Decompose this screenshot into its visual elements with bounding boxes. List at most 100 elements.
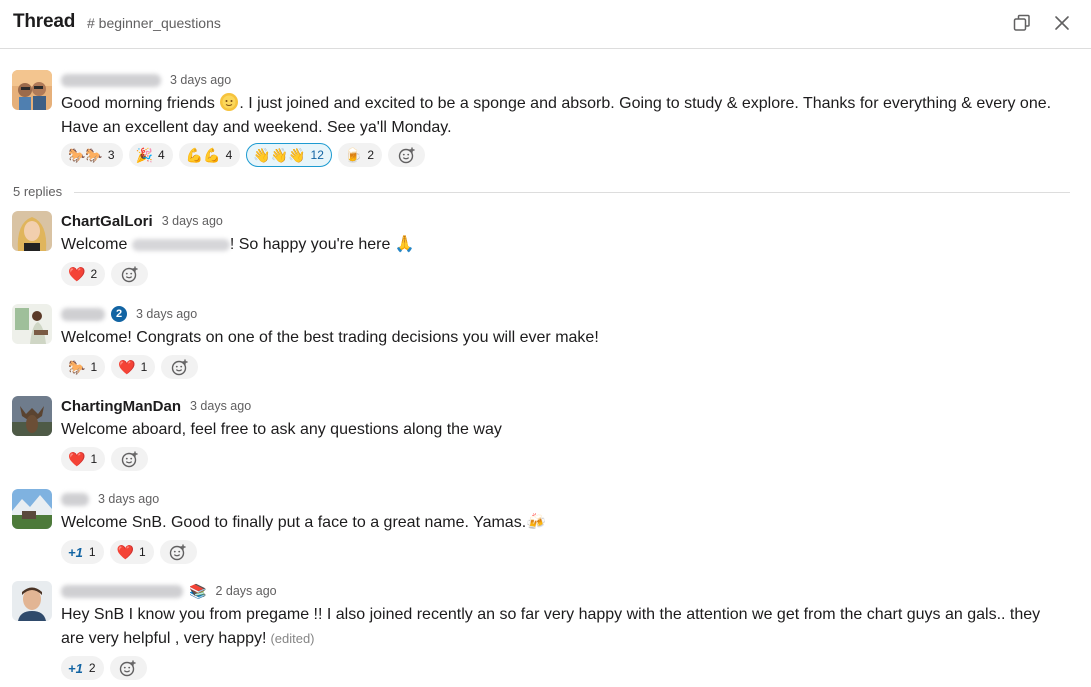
- timestamp[interactable]: 3 days ago: [136, 307, 197, 321]
- reaction-count: 3: [107, 148, 115, 162]
- add-reaction-button[interactable]: [161, 355, 199, 379]
- replies-divider: 5 replies: [13, 184, 1070, 200]
- message-meta: 📚 2 days ago: [61, 581, 277, 601]
- add-reaction-button[interactable]: [109, 656, 147, 680]
- avatar[interactable]: [12, 304, 52, 344]
- reaction-emoji: 💪💪: [185, 146, 221, 163]
- add-reaction-button[interactable]: [111, 447, 149, 471]
- mention-blurred[interactable]: [131, 238, 230, 251]
- reaction-beer[interactable]: 🍺 2: [337, 143, 383, 167]
- popout-button[interactable]: [1008, 9, 1036, 37]
- reaction-emoji: 🐎🐎: [68, 146, 103, 163]
- reply-message: ChartGalLori 3 days ago Welcome ! So hap…: [0, 211, 1091, 291]
- reaction-heart[interactable]: ❤️ 2: [61, 262, 106, 286]
- reaction-count: 4: [225, 148, 233, 162]
- avatar[interactable]: [12, 396, 52, 436]
- reaction-count: 12: [310, 148, 324, 162]
- beers-emoji: 🍻: [526, 514, 547, 531]
- reaction-tada[interactable]: 🎉 4: [128, 143, 173, 167]
- reaction-emoji: 🍺: [344, 146, 363, 163]
- author-name-blurred[interactable]: [61, 73, 161, 87]
- divider-line: [13, 192, 1070, 193]
- reaction-emoji: 👋👋👋: [253, 146, 306, 163]
- add-reaction-button[interactable]: [111, 262, 149, 286]
- close-button[interactable]: [1048, 9, 1076, 37]
- message-text: Welcome aboard, feel free to ask any que…: [61, 421, 502, 438]
- avatar[interactable]: [12, 489, 52, 529]
- reaction-emoji: ❤️: [118, 358, 136, 375]
- reactions-bar: +1 1 ❤️ 1: [61, 540, 197, 564]
- thread-header: Thread # beginner_questions: [0, 0, 1091, 49]
- message-meta: 3 days ago: [61, 70, 231, 90]
- message-meta: 3 days ago: [61, 489, 159, 509]
- avatar[interactable]: [12, 70, 52, 110]
- message-text-part: are very helpful , very happy!: [61, 630, 267, 647]
- avatar[interactable]: [12, 211, 52, 251]
- pray-emoji: 🙏: [394, 236, 415, 253]
- plus-one-icon: +1: [68, 544, 83, 560]
- add-reaction-button[interactable]: [159, 540, 197, 564]
- books-icon: 📚: [189, 582, 207, 599]
- reaction-horse[interactable]: 🐎 1: [61, 355, 106, 379]
- author-name-blurred[interactable]: [61, 307, 105, 321]
- reply-message: 3 days ago Welcome SnB. Good to finally …: [0, 489, 1091, 569]
- add-reaction-icon: [398, 147, 415, 164]
- message-meta: ChartGalLori 3 days ago: [61, 211, 223, 231]
- reply-message: 📚 2 days ago Hey SnB I know you from pre…: [0, 581, 1091, 685]
- message-text-part: Welcome SnB. Good to finally put a face …: [61, 514, 527, 531]
- author-name[interactable]: ChartGalLori: [61, 213, 153, 230]
- reaction-plus-one[interactable]: +1 1: [61, 540, 104, 564]
- add-reaction-button[interactable]: [388, 143, 426, 167]
- reactions-bar: +1 2: [61, 656, 147, 680]
- message-text: Hey SnB I know you from pregame !! I als…: [61, 603, 1076, 651]
- reaction-emoji: 🎉: [135, 146, 153, 163]
- reaction-count: 1: [90, 360, 98, 374]
- reaction-heart[interactable]: ❤️ 1: [111, 355, 156, 379]
- reactions-bar: 🐎 1 ❤️ 1: [61, 355, 199, 379]
- message-text-part: Have an excellent day and weekend. See y…: [61, 119, 452, 136]
- reaction-count: 2: [88, 661, 96, 675]
- reply-message: ChartingManDan 3 days ago Welcome aboard…: [0, 396, 1091, 476]
- add-reaction-icon: [121, 266, 138, 283]
- reactions-bar: 🐎🐎 3 🎉 4 💪💪 4 👋👋👋 12 🍺 2: [61, 143, 426, 167]
- add-reaction-icon: [171, 359, 188, 376]
- avatar[interactable]: [12, 581, 52, 621]
- reaction-heart[interactable]: ❤️ 1: [61, 447, 106, 471]
- reaction-count: 2: [90, 267, 98, 281]
- plus-one-icon: +1: [68, 660, 83, 676]
- timestamp[interactable]: 3 days ago: [98, 492, 159, 506]
- message-text-part: ! So happy you're here: [229, 236, 395, 253]
- reaction-horse[interactable]: 🐎🐎 3: [61, 143, 123, 167]
- reaction-heart[interactable]: ❤️ 1: [109, 540, 154, 564]
- reaction-count: 1: [90, 452, 98, 466]
- close-icon: [1055, 16, 1069, 30]
- channel-name[interactable]: # beginner_questions: [87, 15, 221, 31]
- reaction-muscle[interactable]: 💪💪 4: [178, 143, 241, 167]
- add-reaction-icon: [119, 660, 136, 677]
- author-name-blurred[interactable]: [61, 492, 89, 506]
- message-text: Welcome! Congrats on one of the best tra…: [61, 329, 599, 346]
- reaction-count: 2: [367, 148, 375, 162]
- reaction-wave[interactable]: 👋👋👋 12: [246, 143, 332, 167]
- thread-title: Thread: [13, 11, 76, 32]
- reaction-count: 1: [138, 545, 146, 559]
- number-badge: 2: [111, 306, 127, 322]
- message-text: Welcome SnB. Good to finally put a face …: [61, 511, 1076, 535]
- add-reaction-icon: [169, 544, 186, 561]
- reaction-count: 1: [88, 545, 96, 559]
- timestamp[interactable]: 3 days ago: [162, 214, 223, 228]
- reaction-emoji: ❤️: [116, 543, 134, 560]
- edited-label: (edited): [270, 631, 315, 646]
- reactions-bar: ❤️ 2: [61, 262, 149, 286]
- timestamp[interactable]: 3 days ago: [170, 73, 231, 87]
- reply-message: 2 3 days ago Welcome! Congrats on one of…: [0, 304, 1091, 384]
- author-name[interactable]: ChartingManDan: [61, 398, 181, 415]
- message-meta: 2 3 days ago: [61, 304, 197, 324]
- timestamp[interactable]: 2 days ago: [215, 584, 276, 598]
- reaction-plus-one[interactable]: +1 2: [61, 656, 104, 680]
- parent-message: 3 days ago Good morning friends . I just…: [0, 70, 1091, 174]
- timestamp[interactable]: 3 days ago: [190, 399, 251, 413]
- author-name-blurred[interactable]: [61, 584, 183, 598]
- reaction-count: 1: [140, 360, 148, 374]
- message-meta: ChartingManDan 3 days ago: [61, 396, 251, 416]
